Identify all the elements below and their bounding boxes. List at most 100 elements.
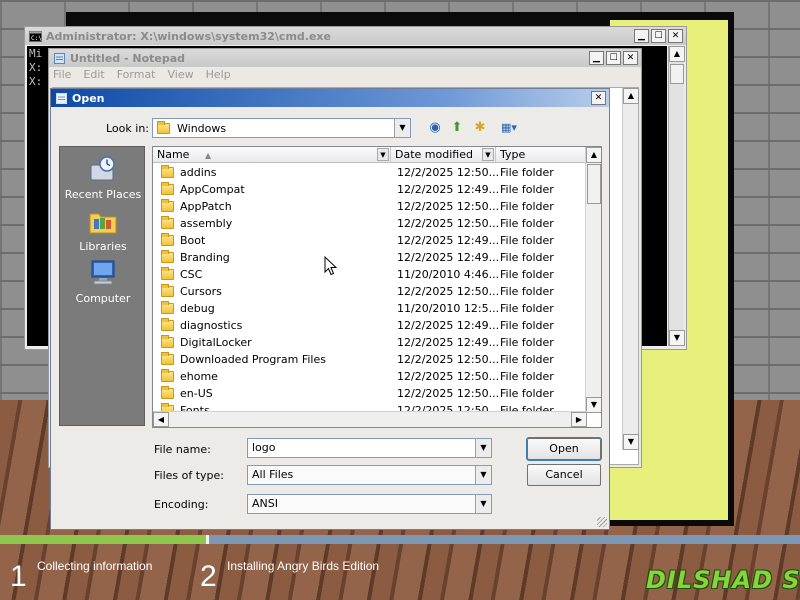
folder-icon: [157, 120, 170, 134]
table-row[interactable]: diagnostics 12/2/2025 12:49... File folder: [153, 317, 587, 334]
up-folder-icon[interactable]: ⬆: [449, 120, 465, 136]
scroll-up-arrow-icon[interactable]: ▲: [586, 147, 601, 163]
table-row[interactable]: Cursors 12/2/2025 12:50... File folder: [153, 283, 587, 300]
mouse-pointer-icon: [324, 256, 338, 276]
column-name[interactable]: Name ▲ ▼: [153, 147, 391, 163]
file-date: 12/2/2025 12:50...: [397, 285, 500, 298]
chevron-down-icon[interactable]: ▼: [482, 148, 494, 161]
table-row[interactable]: debug 11/20/2010 12:5... File folder: [153, 300, 587, 317]
column-type-label: Type: [500, 148, 526, 161]
notepad-titlebar[interactable]: Untitled - Notepad ▁ ☐ ✕: [49, 49, 641, 67]
scroll-left-arrow-icon[interactable]: ◀: [153, 412, 169, 427]
table-row[interactable]: addins 12/2/2025 12:50... File folder: [153, 164, 587, 181]
chevron-down-icon[interactable]: ▼: [377, 148, 389, 161]
view-menu-icon[interactable]: ▦▾: [497, 120, 521, 136]
scroll-up-arrow-icon[interactable]: ▲: [669, 46, 685, 62]
folder-icon: [161, 182, 174, 195]
table-row[interactable]: assembly 12/2/2025 12:50... File folder: [153, 215, 587, 232]
cmd-minimize-button[interactable]: ▁: [634, 29, 649, 43]
table-row[interactable]: AppCompat 12/2/2025 12:49... File folder: [153, 181, 587, 198]
file-name: debug: [180, 302, 215, 315]
look-in-label: Look in:: [106, 122, 149, 135]
cancel-button[interactable]: Cancel: [527, 464, 601, 486]
file-list-body: addins 12/2/2025 12:50... File folder AppC…: [153, 164, 587, 419]
file-name-input[interactable]: logo ▼: [247, 438, 492, 458]
chevron-down-icon[interactable]: ▼: [475, 495, 491, 513]
cmd-close-button[interactable]: ✕: [668, 29, 683, 43]
menu-format[interactable]: Format: [117, 68, 156, 85]
column-date-label: Date modified: [395, 148, 473, 161]
look-in-combo[interactable]: Windows ▼: [152, 118, 411, 138]
place-label: Recent Places: [64, 188, 142, 201]
file-list[interactable]: Name ▲ ▼ Date modified ▼ Type addins 12/2…: [152, 146, 602, 428]
notepad-minimize-button[interactable]: ▁: [589, 51, 604, 65]
table-row[interactable]: DigitalLocker 12/2/2025 12:49... File fold…: [153, 334, 587, 351]
chevron-down-icon[interactable]: ▼: [475, 466, 491, 484]
table-row[interactable]: CSC 11/20/2010 4:46... File folder: [153, 266, 587, 283]
notepad-maximize-button[interactable]: ☐: [606, 51, 621, 65]
encoding-select[interactable]: ANSI ▼: [247, 494, 492, 514]
menu-file[interactable]: File: [53, 68, 71, 85]
file-name: en-US: [180, 387, 213, 400]
file-type: File folder: [500, 251, 554, 264]
file-list-horizontal-scrollbar[interactable]: ◀ ▶: [153, 411, 587, 427]
notepad-icon: [54, 52, 65, 64]
step1-label: Collecting information: [37, 559, 153, 573]
resize-grip-icon[interactable]: [597, 517, 607, 527]
folder-icon: [161, 318, 174, 331]
file-name: assembly: [180, 217, 233, 230]
column-type[interactable]: Type: [496, 147, 587, 163]
place-recent-places[interactable]: Recent Places: [60, 155, 146, 201]
chevron-down-icon[interactable]: ▼: [394, 119, 410, 137]
table-row[interactable]: AppPatch 12/2/2025 12:50... File folder: [153, 198, 587, 215]
menu-edit[interactable]: Edit: [83, 68, 104, 85]
new-folder-icon[interactable]: ✱: [472, 120, 488, 136]
open-button[interactable]: Open: [526, 437, 602, 461]
column-date-modified[interactable]: Date modified ▼: [391, 147, 496, 163]
file-name: ehome: [180, 370, 218, 383]
table-row[interactable]: en-US 12/2/2025 12:50... File folder: [153, 385, 587, 402]
file-list-vertical-scrollbar[interactable]: ▲ ▼: [585, 147, 601, 413]
cmd-maximize-button[interactable]: ☐: [651, 29, 666, 43]
scroll-right-arrow-icon[interactable]: ▶: [571, 412, 587, 427]
cmd-titlebar[interactable]: C:\ Administrator: X:\windows\system32\c…: [25, 27, 686, 45]
scroll-down-arrow-icon[interactable]: ▼: [623, 434, 639, 450]
place-computer[interactable]: Computer: [60, 259, 146, 305]
back-arrow-icon[interactable]: ◉: [427, 120, 443, 136]
table-row[interactable]: ehome 12/2/2025 12:50... File folder: [153, 368, 587, 385]
file-type: File folder: [500, 200, 554, 213]
menu-view[interactable]: View: [168, 68, 194, 85]
file-type: File folder: [500, 353, 554, 366]
scroll-down-arrow-icon[interactable]: ▼: [586, 397, 601, 413]
open-dialog-close-button[interactable]: ✕: [591, 91, 606, 105]
notepad-vertical-scrollbar[interactable]: ▲ ▼: [622, 88, 639, 450]
folder-icon: [161, 216, 174, 229]
scroll-thumb[interactable]: [670, 64, 684, 84]
open-dialog-titlebar[interactable]: Open ✕: [51, 89, 609, 107]
libraries-icon: [89, 213, 117, 234]
table-row[interactable]: Branding 12/2/2025 12:49... File folder: [153, 249, 587, 266]
brand-logo: DILSHAD SYS: [646, 566, 800, 594]
chevron-down-icon[interactable]: ▼: [475, 439, 491, 457]
column-name-label: Name: [157, 148, 190, 161]
step2-label: Installing Angry Birds Edition: [227, 559, 380, 573]
scroll-down-arrow-icon[interactable]: ▼: [669, 330, 685, 346]
file-date: 12/2/2025 12:49...: [397, 234, 500, 247]
notepad-close-button[interactable]: ✕: [623, 51, 638, 65]
place-libraries[interactable]: Libraries: [60, 207, 146, 253]
scroll-up-arrow-icon[interactable]: ▲: [623, 88, 639, 104]
scroll-thumb[interactable]: [587, 164, 601, 204]
table-row[interactable]: Downloaded Program Files 12/2/2025 12:50.…: [153, 351, 587, 368]
folder-icon: [161, 165, 174, 178]
file-name: DigitalLocker: [180, 336, 252, 349]
files-of-type-select[interactable]: All Files ▼: [247, 465, 492, 485]
table-row[interactable]: Boot 12/2/2025 12:49... File folder: [153, 232, 587, 249]
cmd-title: Administrator: X:\windows\system32\cmd.e…: [46, 29, 331, 43]
folder-icon: [161, 386, 174, 399]
step1-number: 1: [10, 560, 27, 593]
notepad-icon: [56, 92, 67, 104]
menu-help[interactable]: Help: [206, 68, 231, 85]
open-dialog[interactable]: Open ✕ Look in: Windows ▼ ◉ ⬆ ✱ ▦▾ Recen…: [50, 88, 610, 530]
file-name-value: logo: [252, 441, 276, 454]
cmd-vertical-scrollbar[interactable]: ▲ ▼: [668, 46, 685, 346]
